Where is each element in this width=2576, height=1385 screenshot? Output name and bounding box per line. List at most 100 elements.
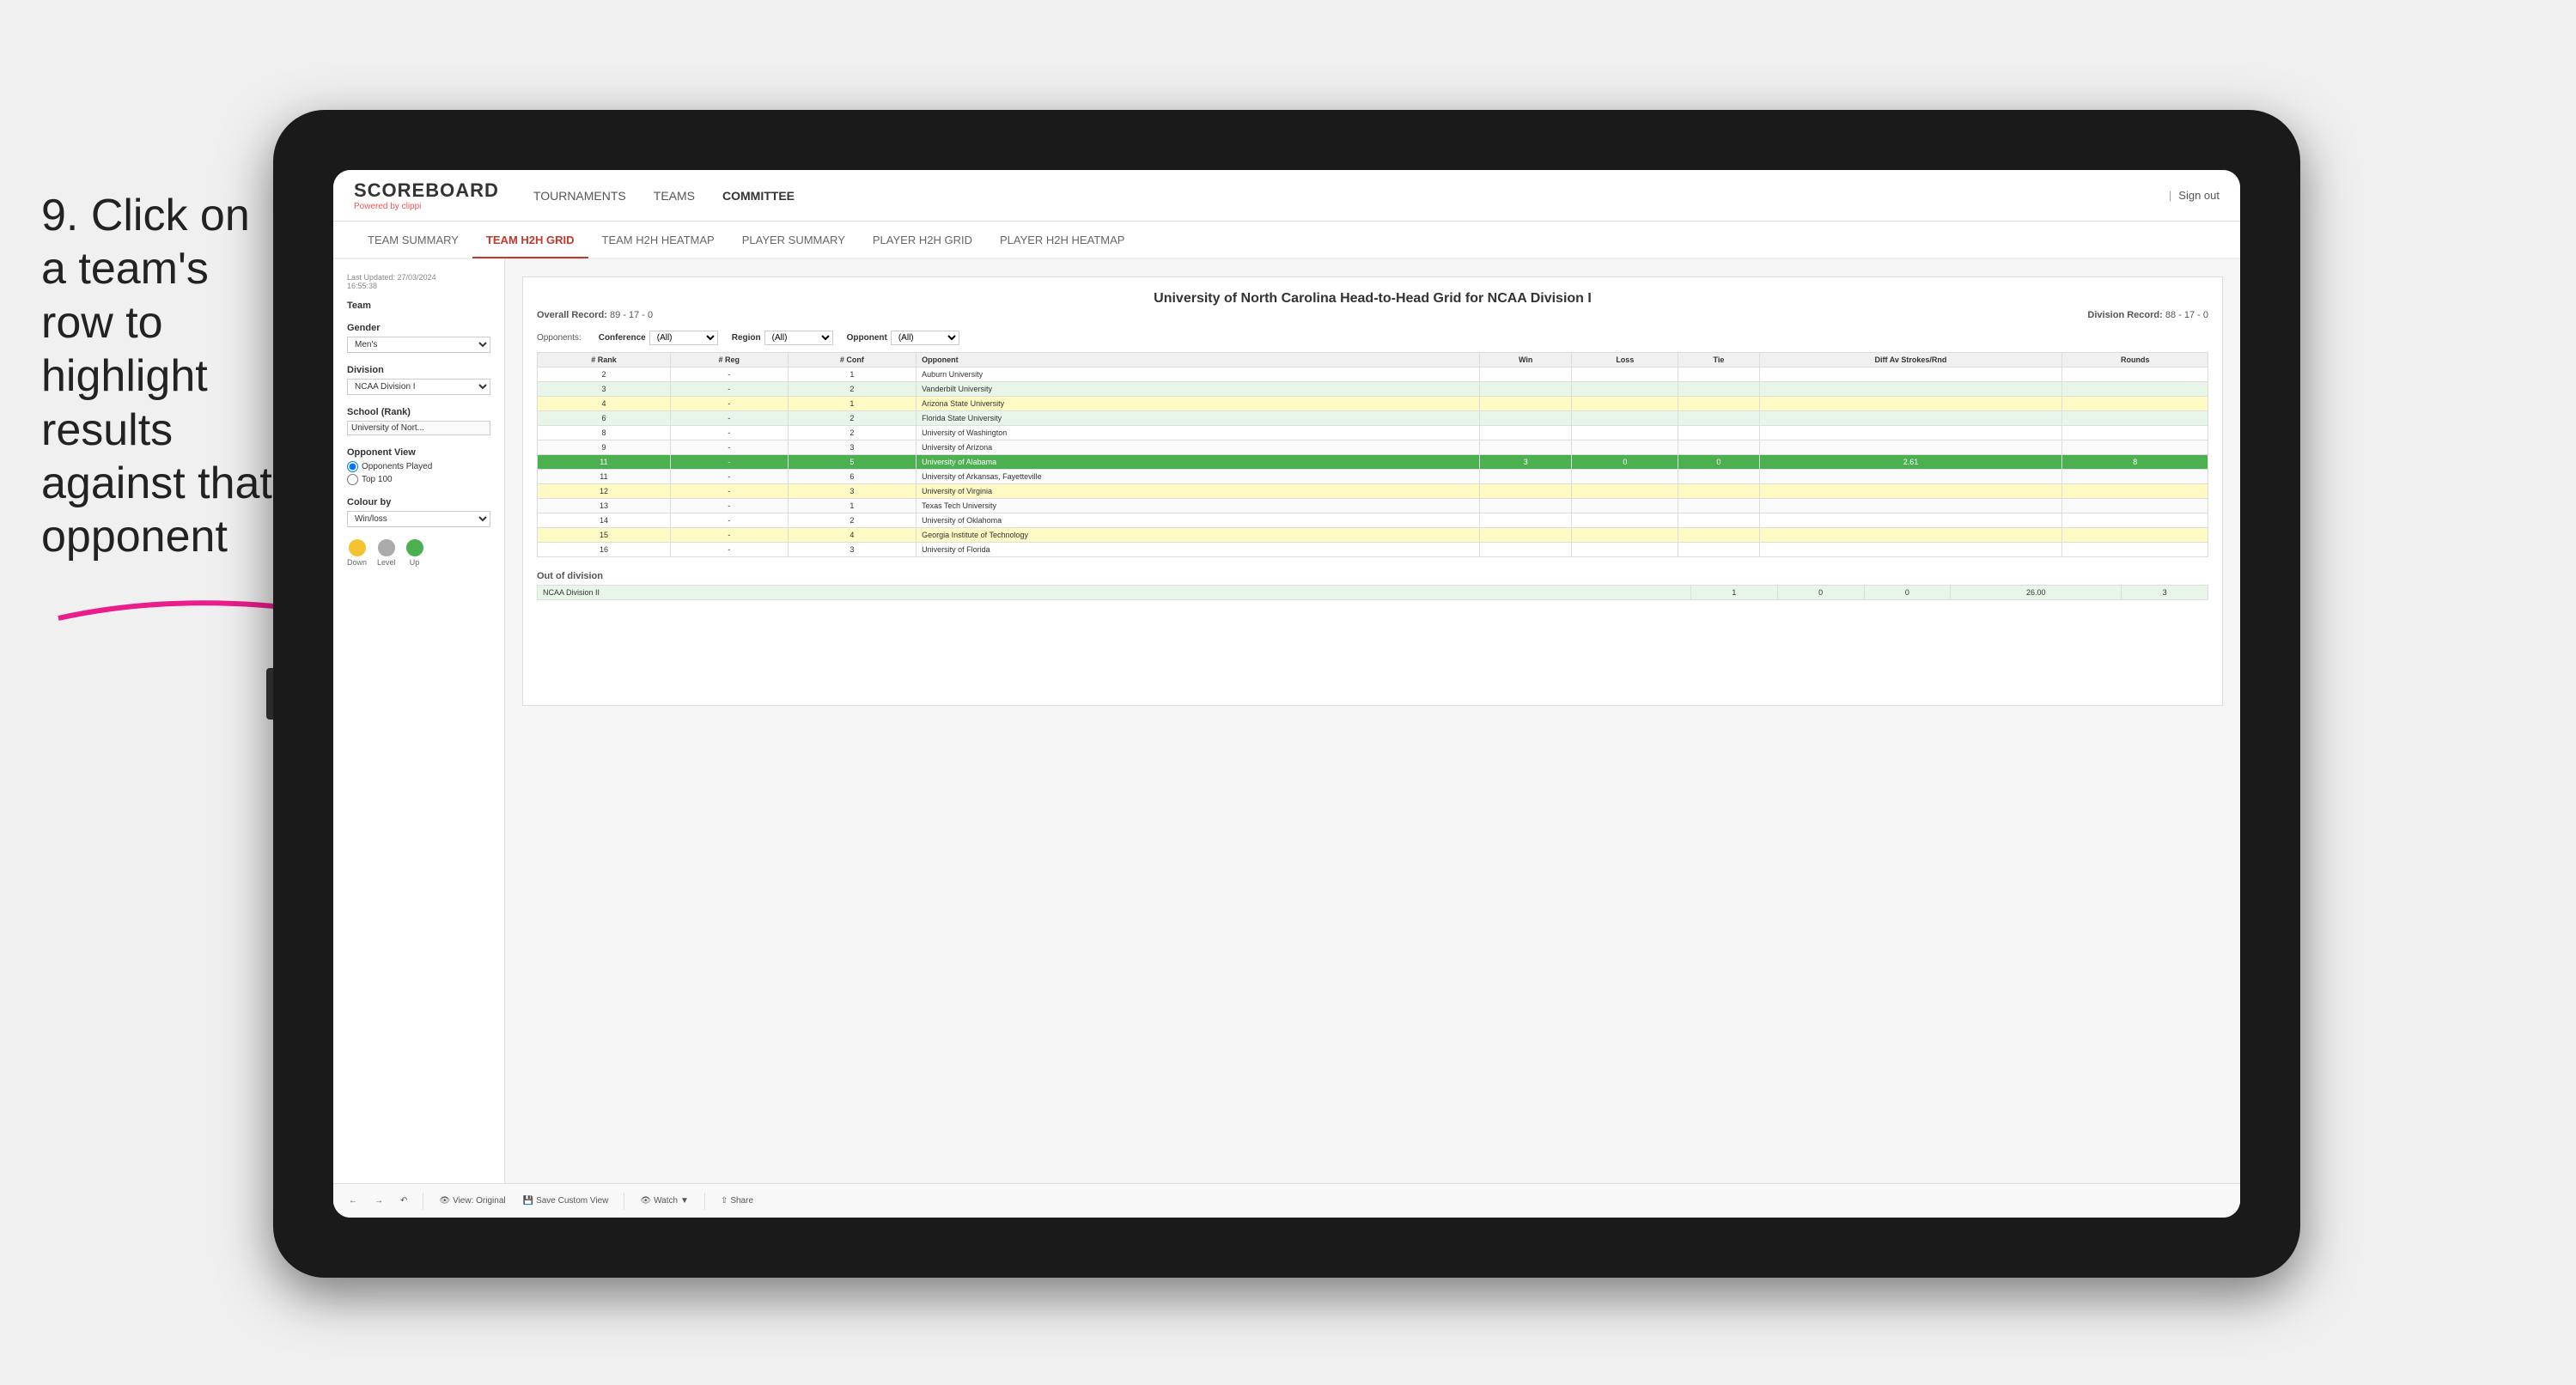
table-row[interactable]: 3-2Vanderbilt University — [538, 382, 2208, 397]
cell-opponent: University of Arkansas, Fayetteville — [917, 470, 1480, 484]
col-diff: Diff Av Strokes/Rnd — [1759, 353, 2062, 368]
cell-opponent: University of Arizona — [917, 440, 1480, 455]
conference-select[interactable]: (All) — [649, 331, 718, 345]
table-row[interactable]: 12-3University of Virginia — [538, 484, 2208, 499]
top-nav: SCOREBOARD Powered by clippi TOURNAMENTS… — [333, 170, 2240, 222]
sidebar-school-section: School (Rank) University of Nort... — [347, 407, 490, 435]
out-division-name: NCAA Division II — [538, 586, 1691, 600]
col-loss: Loss — [1572, 353, 1678, 368]
radio-opponents-played-input[interactable] — [347, 461, 358, 472]
cell-reg: - — [670, 382, 788, 397]
opponent-filter: Opponent (All) — [847, 331, 959, 345]
nav-teams[interactable]: TEAMS — [654, 185, 695, 206]
cell-diff — [1759, 382, 2062, 397]
table-row[interactable]: 8-2University of Washington — [538, 426, 2208, 440]
cell-win — [1480, 543, 1572, 557]
cell-reg: - — [670, 440, 788, 455]
cell-rounds — [2062, 426, 2208, 440]
grid-records: Overall Record: 89 - 17 - 0 Division Rec… — [537, 310, 2208, 320]
table-row[interactable]: 9-3University of Arizona — [538, 440, 2208, 455]
cell-conf: 1 — [788, 368, 916, 382]
cell-reg: - — [670, 513, 788, 528]
table-row[interactable]: 11-5University of Alabama3002.618 — [538, 455, 2208, 470]
nav-committee[interactable]: COMMITTEE — [722, 185, 795, 206]
cell-tie — [1678, 470, 1759, 484]
sidebar-gender-select[interactable]: Men's — [347, 337, 490, 353]
sub-nav-player-h2h-heatmap[interactable]: PLAYER H2H HEATMAP — [986, 222, 1138, 258]
cell-conf: 4 — [788, 528, 916, 543]
cell-tie — [1678, 499, 1759, 513]
cell-diff — [1759, 426, 2062, 440]
cell-conf: 1 — [788, 499, 916, 513]
cell-loss — [1572, 397, 1678, 411]
cell-rounds — [2062, 513, 2208, 528]
cell-rank: 9 — [538, 440, 671, 455]
sign-out-link[interactable]: Sign out — [2178, 189, 2220, 202]
view-original-btn[interactable]: 👁 View: Original — [505, 1194, 511, 1207]
sub-nav-team-h2h-heatmap[interactable]: TEAM H2H HEATMAP — [588, 222, 728, 258]
division-record: Division Record: 88 - 17 - 0 — [2087, 310, 2208, 320]
h2h-table: # Rank # Reg # Conf Opponent Win Loss Ti… — [537, 352, 2208, 557]
cell-opponent: University of Alabama — [917, 455, 1480, 470]
save-custom-view-btn[interactable]: 💾 Save Custom View — [518, 1194, 614, 1207]
tablet-side-button — [266, 668, 273, 720]
cell-diff — [1759, 397, 2062, 411]
sidebar-team-label: Team — [347, 301, 490, 311]
watch-btn[interactable]: 👁 Watch ▼ — [635, 1194, 694, 1207]
table-row[interactable]: 4-1Arizona State University — [538, 397, 2208, 411]
table-row[interactable]: 16-3University of Florida — [538, 543, 2208, 557]
cell-loss — [1572, 382, 1678, 397]
sub-nav-team-summary[interactable]: TEAM SUMMARY — [354, 222, 472, 258]
nav-tournaments[interactable]: TOURNAMENTS — [533, 185, 626, 206]
cell-opponent: Florida State University — [917, 411, 1480, 426]
cell-diff: 2.61 — [1759, 455, 2062, 470]
sidebar-radio-top-100[interactable]: Top 100 — [347, 474, 490, 485]
table-row[interactable]: 14-2University of Oklahoma — [538, 513, 2208, 528]
sidebar-radio-opponents-played[interactable]: Opponents Played — [347, 461, 490, 472]
cell-conf: 1 — [788, 397, 916, 411]
tablet-frame: SCOREBOARD Powered by clippi TOURNAMENTS… — [273, 110, 2300, 1278]
sidebar-division-select[interactable]: NCAA Division I — [347, 379, 490, 395]
cell-loss — [1572, 528, 1678, 543]
cell-reg: - — [670, 470, 788, 484]
radio-top-100-input[interactable] — [347, 474, 358, 485]
region-select[interactable]: (All) — [764, 331, 833, 345]
out-of-division-row[interactable]: NCAA Division II 1 0 0 26.00 3 — [538, 586, 2208, 600]
table-row[interactable]: 15-4Georgia Institute of Technology — [538, 528, 2208, 543]
cell-rounds — [2062, 411, 2208, 426]
cell-win — [1480, 426, 1572, 440]
cell-tie — [1678, 528, 1759, 543]
cell-win — [1480, 440, 1572, 455]
cell-reg: - — [670, 484, 788, 499]
sidebar-colour-select[interactable]: Win/loss — [347, 511, 490, 527]
sub-nav-player-summary[interactable]: PLAYER SUMMARY — [728, 222, 859, 258]
cell-tie: 0 — [1678, 455, 1759, 470]
cell-reg: - — [670, 499, 788, 513]
sidebar-updated: Last Updated: 27/03/2024 16:55:38 — [347, 273, 490, 290]
cell-opponent: Vanderbilt University — [917, 382, 1480, 397]
out-division-tie: 0 — [1864, 586, 1951, 600]
table-row[interactable]: 2-1Auburn University — [538, 368, 2208, 382]
cell-win: 3 — [1480, 455, 1572, 470]
opponent-select[interactable]: (All) — [891, 331, 959, 345]
sub-nav-team-h2h-grid[interactable]: TEAM H2H GRID — [472, 222, 588, 258]
legend-down-dot — [349, 539, 366, 556]
cell-rank: 8 — [538, 426, 671, 440]
share-btn[interactable]: ⇧ Share — [716, 1194, 758, 1207]
sidebar: Last Updated: 27/03/2024 16:55:38 Team G… — [333, 259, 505, 1218]
cell-loss — [1572, 470, 1678, 484]
cell-loss — [1572, 426, 1678, 440]
cell-reg: - — [670, 455, 788, 470]
sub-nav-player-h2h-grid[interactable]: PLAYER H2H GRID — [859, 222, 986, 258]
table-row[interactable]: 6-2Florida State University — [538, 411, 2208, 426]
table-row[interactable]: 11-6University of Arkansas, Fayetteville — [538, 470, 2208, 484]
table-row[interactable]: 13-1Texas Tech University — [538, 499, 2208, 513]
cell-rank: 4 — [538, 397, 671, 411]
cell-tie — [1678, 411, 1759, 426]
cell-conf: 2 — [788, 382, 916, 397]
cell-rounds — [2062, 397, 2208, 411]
sidebar-team-section: Team — [347, 301, 490, 311]
col-rounds: Rounds — [2062, 353, 2208, 368]
sidebar-colour-section: Colour by Win/loss — [347, 497, 490, 527]
cell-win — [1480, 470, 1572, 484]
